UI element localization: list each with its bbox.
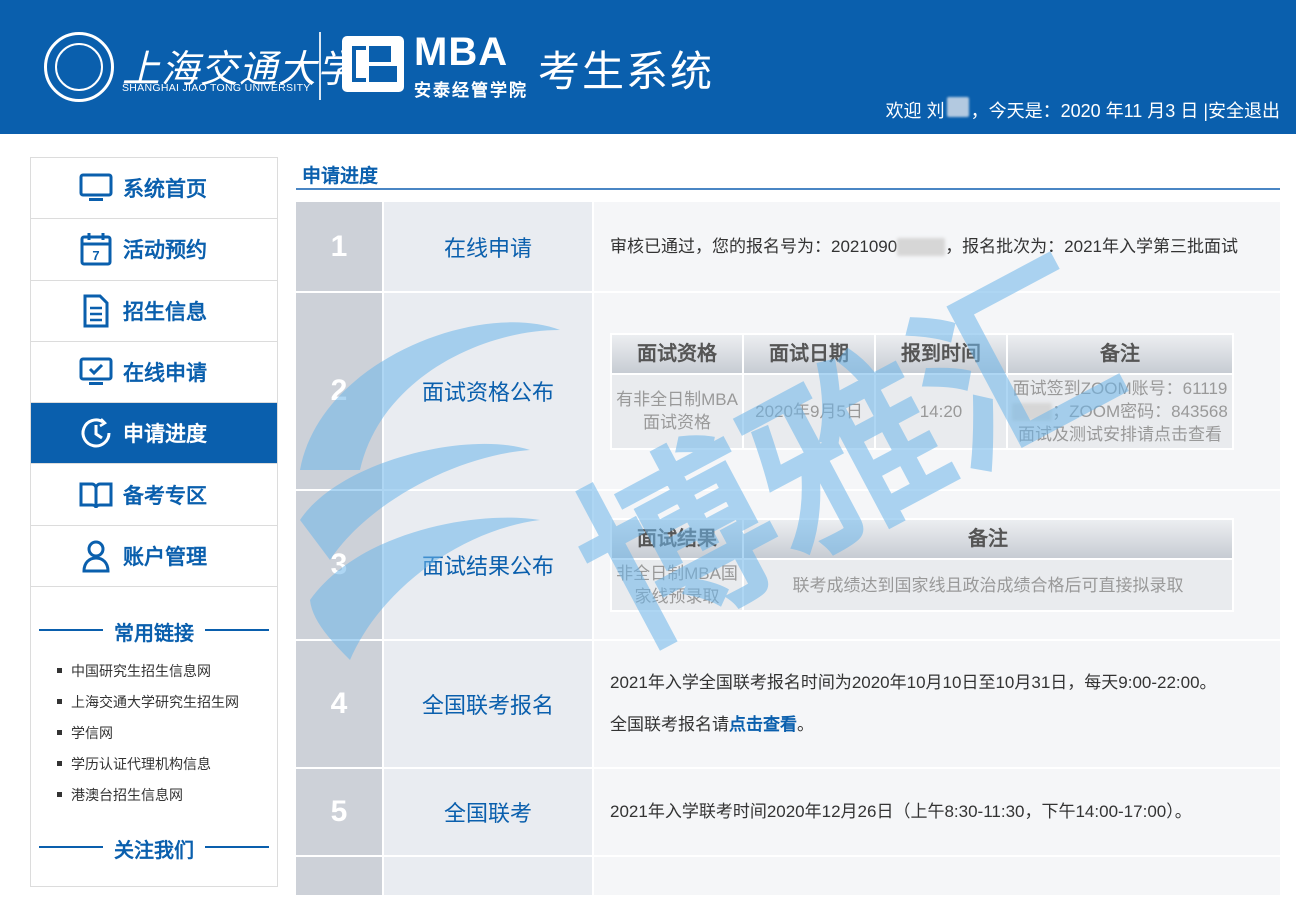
step-desc: 2021年入学全国联考报名时间为2020年10月10日至10月31日，每天9:0…: [594, 641, 1280, 767]
link-item[interactable]: 港澳台招生信息网: [57, 779, 277, 810]
table-header: 备注: [742, 518, 1234, 560]
table-header: 面试资格: [610, 332, 744, 375]
redacted-number: [897, 238, 946, 257]
step-desc-text: 2021年入学全国联考报名时间为2020年10月10日至10月31日，每天9:0…: [610, 673, 1217, 692]
step-name: 在线申请: [384, 202, 594, 291]
table-cell: 面试签到ZOOM账号：61119；ZOOM密码：843568 面试及测试安排请点击…: [1006, 372, 1234, 450]
sidebar-item-progress[interactable]: 申请进度: [31, 403, 277, 465]
sidebar-item-home[interactable]: 系统首页: [31, 158, 277, 220]
sidebar-item-exam-prep[interactable]: 备考专区: [31, 464, 277, 526]
main-content: 申请进度 1 在线申请 审核已通过，您的报名号为：2021090 ，报名批次为：2…: [296, 157, 1280, 897]
step-desc-text: ，报名批次为：2021年入学第三批面试: [945, 236, 1239, 256]
sidebar-item-account[interactable]: 账户管理: [31, 526, 277, 588]
step-desc-text: 2021年入学联考时间2020年12月26日（上午8:30-11:30，下午14…: [610, 802, 1192, 821]
step-desc-text: 全国联考报名请: [610, 715, 729, 734]
sidebar-item-label: 申请进度: [123, 423, 207, 447]
links-title: 常用链接: [114, 623, 194, 646]
step-row: [296, 857, 1280, 897]
acem-logo: [342, 36, 404, 92]
school-name: 安泰经管学院: [414, 81, 528, 100]
table-header: 报到时间: [874, 332, 1008, 375]
sidebar-item-online-apply[interactable]: 在线申请: [31, 342, 277, 404]
user-icon: [79, 539, 113, 573]
table-row: 非全日制MBA国家线预录取 联考成绩达到国家线且政治成绩合格后可直接拟录取: [610, 558, 1234, 612]
redacted-name: [946, 97, 969, 117]
table-header: 面试结果: [610, 518, 744, 560]
header-bar: 上海交通大学 SHANGHAI JIAO TONG UNIVERSITY MBA…: [0, 0, 1296, 134]
system-title: 考生系统: [538, 48, 715, 95]
step-desc: 面试结果 备注 非全日制MBA国家线预录取 联考成绩达到国家线且政治成绩合格后可…: [594, 491, 1280, 639]
follow-title: 关注我们: [114, 840, 194, 863]
table-cell: 联考成绩达到国家线且政治成绩合格后可直接拟录取: [742, 558, 1234, 612]
view-schedule-link[interactable]: 面试及测试安排请点击查看: [1018, 425, 1222, 444]
calendar-icon: 7: [79, 232, 113, 266]
link-item[interactable]: 学历认证代理机构信息: [57, 748, 277, 779]
step-desc: 2021年入学联考时间2020年12月26日（上午8:30-11:30，下午14…: [594, 769, 1280, 855]
step-row: 1 在线申请 审核已通过，您的报名号为：2021090 ，报名批次为：2021年入…: [296, 202, 1280, 293]
svg-text:7: 7: [92, 248, 99, 263]
step-name: 全国联考报名: [384, 641, 594, 767]
table-cell: 2020年9月5日: [742, 372, 876, 450]
step-desc: 审核已通过，您的报名号为：2021090 ，报名批次为：2021年入学第三批面试: [594, 202, 1280, 291]
sidebar-item-label: 在线申请: [123, 362, 207, 386]
page-title: 申请进度: [296, 157, 1280, 190]
step-row: 3 面试结果公布 面试结果 备注 非全日制MBA国家线预录取 联考成绩达到国家线…: [296, 491, 1280, 641]
step-name: 面试资格公布: [384, 293, 594, 489]
step-number: [296, 857, 384, 895]
step-number: 4: [296, 641, 384, 767]
sidebar-item-label: 账户管理: [123, 545, 207, 569]
screen-check-icon: [79, 355, 113, 389]
sidebar-item-label: 活动预约: [123, 239, 207, 263]
sjtu-name-en: SHANGHAI JIAO TONG UNIVERSITY: [122, 82, 311, 94]
welcome-bar: 欢迎 刘 ，今天是：2020 年11 月3 日 | 安全退出: [886, 97, 1280, 123]
sjtu-seal-logo: [44, 32, 114, 102]
sidebar-item-admission-info[interactable]: 招生信息: [31, 281, 277, 342]
clock-icon: [79, 416, 113, 450]
link-item[interactable]: 上海交通大学研究生招生网: [57, 686, 277, 717]
step-number: 5: [296, 769, 384, 855]
sidebar-item-booking[interactable]: 7 活动预约: [31, 219, 277, 281]
sidebar: 系统首页 7 活动预约 招生信息 在线申请 申请进度 备考专区 账户管理 常用链…: [30, 157, 278, 887]
step-desc: [594, 857, 1280, 895]
step-row: 5 全国联考 2021年入学联考时间2020年12月26日（上午8:30-11:…: [296, 769, 1280, 857]
step-desc: 面试资格 面试日期 报到时间 备注 有非全日制MBA面试资格 2020年9月5日…: [594, 293, 1280, 489]
link-item[interactable]: 中国研究生招生信息网: [57, 655, 277, 686]
table-header: 面试日期: [742, 332, 876, 375]
interview-result-table: 面试结果 备注 非全日制MBA国家线预录取 联考成绩达到国家线且政治成绩合格后可…: [610, 518, 1234, 612]
links-list: 中国研究生招生信息网 上海交通大学研究生招生网 学信网 学历认证代理机构信息 港…: [31, 655, 277, 810]
document-icon: [79, 294, 113, 328]
link-item[interactable]: 学信网: [57, 717, 277, 748]
welcome-prefix: 欢迎 刘: [885, 101, 945, 121]
logout-link[interactable]: 安全退出: [1208, 97, 1280, 123]
monitor-icon: [79, 171, 113, 205]
redacted-number: [1012, 403, 1053, 422]
mba-label: MBA: [414, 30, 509, 74]
step-name: [384, 857, 594, 895]
sidebar-item-label: 招生信息: [123, 300, 207, 324]
table-cell: 有非全日制MBA面试资格: [610, 372, 744, 450]
links-section-header: 常用链接: [39, 617, 269, 645]
interview-qualification-table: 面试资格 面试日期 报到时间 备注 有非全日制MBA面试资格 2020年9月5日…: [610, 332, 1234, 450]
step-row: 2 面试资格公布 面试资格 面试日期 报到时间 备注 有非全日制MBA面试资格 …: [296, 293, 1280, 491]
step-number: 3: [296, 491, 384, 639]
sidebar-item-label: 备考专区: [123, 484, 207, 508]
step-name: 面试结果公布: [384, 491, 594, 639]
table-row: 有非全日制MBA面试资格 2020年9月5日 14:20 面试签到ZOOM账号：…: [610, 372, 1234, 450]
view-registration-link[interactable]: 点击查看: [729, 715, 797, 734]
sidebar-item-label: 系统首页: [123, 178, 207, 202]
follow-section-header: 关注我们: [39, 834, 269, 862]
welcome-date: ，今天是：2020 年11 月3 日 |: [970, 101, 1208, 121]
book-icon: [79, 478, 113, 512]
step-number: 2: [296, 293, 384, 489]
step-row: 4 全国联考报名 2021年入学全国联考报名时间为2020年10月10日至10月…: [296, 641, 1280, 769]
header-divider: [319, 32, 321, 100]
step-name: 全国联考: [384, 769, 594, 855]
table-cell: 14:20: [874, 372, 1008, 450]
table-cell: 非全日制MBA国家线预录取: [610, 558, 744, 612]
step-desc-text: 审核已通过，您的报名号为：2021090: [610, 236, 898, 256]
table-header: 备注: [1006, 332, 1234, 375]
progress-steps: 1 在线申请 审核已通过，您的报名号为：2021090 ，报名批次为：2021年入…: [296, 202, 1280, 897]
step-number: 1: [296, 202, 384, 291]
